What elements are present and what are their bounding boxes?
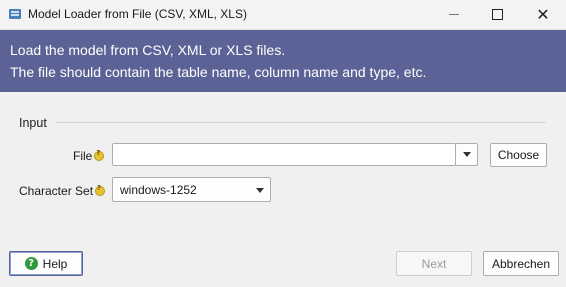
cancel-button[interactable]: Abbrechen	[483, 251, 559, 276]
choose-button-label: Choose	[497, 148, 540, 162]
hint-icon[interactable]	[95, 184, 106, 196]
next-button[interactable]: Next	[396, 251, 472, 276]
minimize-button[interactable]	[431, 0, 477, 29]
charset-label: Character Set	[19, 184, 106, 198]
close-button[interactable]: ✕	[520, 0, 566, 29]
charset-select[interactable]: windows-1252	[112, 177, 271, 202]
next-button-label: Next	[421, 256, 447, 271]
help-button[interactable]: ? Help	[9, 251, 83, 276]
window-title: Model Loader from File (CSV, XML, XLS)	[28, 7, 247, 21]
group-divider	[56, 122, 546, 123]
minimize-icon	[449, 14, 459, 15]
choose-button[interactable]: Choose	[490, 143, 547, 167]
file-label-text: File	[73, 149, 93, 163]
file-dropdown-button[interactable]	[455, 143, 478, 166]
banner-line-2: The file should contain the table name, …	[10, 64, 427, 80]
cancel-button-label: Abbrechen	[491, 256, 551, 271]
input-group-title: Input	[19, 116, 47, 130]
app-icon	[9, 9, 21, 19]
file-path-input[interactable]	[112, 143, 456, 166]
charset-value: windows-1252	[120, 183, 197, 197]
chevron-down-icon	[256, 188, 264, 193]
charset-label-text: Character Set	[19, 184, 94, 198]
help-icon: ?	[24, 257, 38, 270]
close-icon: ✕	[536, 4, 550, 24]
file-label: File	[73, 149, 105, 163]
banner-line-1: Load the model from CSV, XML or XLS file…	[10, 42, 286, 58]
maximize-button[interactable]	[474, 0, 520, 29]
hint-icon[interactable]	[94, 149, 105, 161]
title-bar[interactable]: Model Loader from File (CSV, XML, XLS) ✕	[0, 0, 566, 30]
help-button-label: Help	[42, 256, 68, 271]
maximize-icon	[491, 9, 503, 20]
info-banner: Load the model from CSV, XML or XLS file…	[0, 30, 566, 92]
chevron-down-icon	[462, 152, 471, 157]
